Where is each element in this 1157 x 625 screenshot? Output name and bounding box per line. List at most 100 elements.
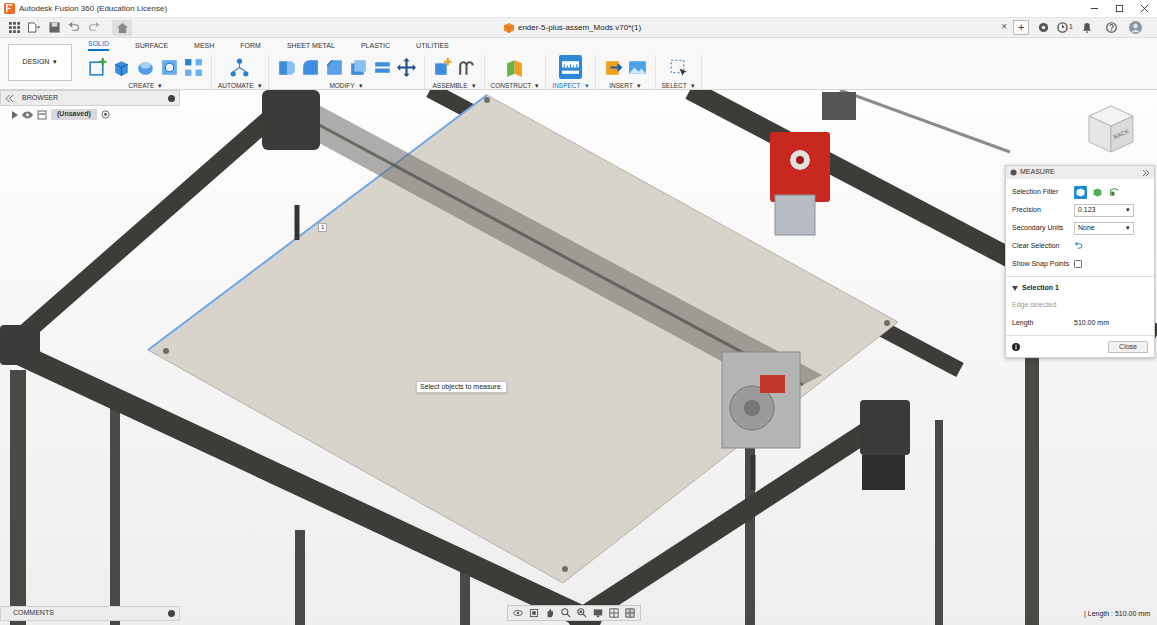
tool-group[interactable]: INSERT▾ xyxy=(596,55,656,90)
extensions-button[interactable] xyxy=(1033,22,1053,33)
measure-label[interactable]: Clear Selection xyxy=(1012,242,1074,250)
toolbar-tab[interactable]: FORM xyxy=(240,42,261,51)
job-status-button[interactable]: 1 xyxy=(1057,22,1073,33)
document-tab[interactable]: ender-5-plus-assem_Mods v70*(1) × xyxy=(132,18,1013,38)
close-document-button[interactable]: × xyxy=(1001,21,1007,33)
info-icon[interactable] xyxy=(1012,343,1020,351)
component-cube-icon xyxy=(504,23,514,33)
tool-group-icons[interactable] xyxy=(503,55,526,79)
length-value: 510.00 mm xyxy=(1074,319,1109,327)
new-sketch-icon[interactable] xyxy=(87,57,108,78)
move-icon[interactable] xyxy=(396,57,417,78)
help-button[interactable] xyxy=(1101,22,1121,33)
shell-icon[interactable] xyxy=(348,57,369,78)
pan-icon[interactable] xyxy=(544,607,556,619)
data-panel-button[interactable] xyxy=(4,22,24,33)
display-settings-icon[interactable] xyxy=(592,607,604,619)
automate-icon[interactable] xyxy=(229,57,250,78)
measure-icon[interactable] xyxy=(560,57,581,78)
hole-icon[interactable] xyxy=(159,57,180,78)
measure-panel: MEASURE Selection FilterPrecision0.123▾S… xyxy=(1005,165,1155,358)
home-button[interactable] xyxy=(112,20,132,36)
collapse-icon[interactable] xyxy=(5,95,14,102)
decal-icon[interactable] xyxy=(627,57,648,78)
pattern-icon[interactable] xyxy=(183,57,204,78)
combine-icon[interactable] xyxy=(372,57,393,78)
browser-pin-button[interactable] xyxy=(168,95,175,102)
new-component-icon[interactable] xyxy=(432,57,453,78)
notifications-button[interactable] xyxy=(1077,22,1097,33)
profile-button[interactable] xyxy=(1125,21,1145,34)
toolbar-tab[interactable]: UTILITIES xyxy=(416,42,449,51)
offset-plane-icon[interactable] xyxy=(504,57,525,78)
tool-group[interactable]: ASSEMBLE▾ xyxy=(425,55,485,90)
joint-icon[interactable] xyxy=(456,57,477,78)
selection-filter-button[interactable] xyxy=(1091,186,1104,199)
toolbar-tab[interactable]: SHEET METAL xyxy=(287,42,335,51)
viewport[interactable]: BROWSER (Unsaved) 1 Select objects to me… xyxy=(0,90,1157,625)
toolbar-tab[interactable]: SURFACE xyxy=(135,42,168,51)
viewports-icon[interactable] xyxy=(624,607,636,619)
snap-points-checkbox[interactable] xyxy=(1074,260,1082,268)
selection-filter-button[interactable] xyxy=(1074,186,1087,199)
grid-settings-icon[interactable] xyxy=(608,607,620,619)
browser-root-row[interactable]: (Unsaved) xyxy=(0,106,180,123)
tool-group-icons[interactable] xyxy=(667,55,690,79)
expand-panel-icon[interactable] xyxy=(1142,170,1150,176)
save-button[interactable] xyxy=(44,22,64,33)
look-at-icon[interactable] xyxy=(528,607,540,619)
tool-group-icons[interactable] xyxy=(275,55,418,79)
extrude-icon[interactable] xyxy=(111,57,132,78)
face-filter-icon[interactable] xyxy=(1092,187,1103,198)
expand-toggle[interactable] xyxy=(1012,286,1018,291)
tool-group[interactable]: AUTOMATE▾ xyxy=(212,55,269,90)
minimize-icon xyxy=(1090,4,1099,13)
measure-select[interactable]: 0.123▾ xyxy=(1074,204,1134,217)
tool-group[interactable]: SELECT▾ xyxy=(656,55,702,90)
toolbar-tab[interactable]: PLASTIC xyxy=(361,42,390,51)
fit-icon[interactable] xyxy=(576,607,588,619)
expand-toggle[interactable] xyxy=(12,111,18,119)
minimize-button[interactable] xyxy=(1082,4,1107,13)
selection-header[interactable]: Selection 1 xyxy=(1006,280,1154,296)
new-tab-button[interactable]: + xyxy=(1013,20,1029,35)
comments-toggle-button[interactable] xyxy=(168,610,175,617)
select-window-icon[interactable] xyxy=(668,57,689,78)
body-filter-icon[interactable] xyxy=(1075,187,1086,198)
close-window-button[interactable] xyxy=(1132,4,1157,13)
panel-menu-icon[interactable] xyxy=(1010,169,1017,176)
tool-group-icons[interactable] xyxy=(431,55,478,79)
insert-derive-icon[interactable] xyxy=(603,57,624,78)
chamfer-icon[interactable] xyxy=(324,57,345,78)
revolve-icon[interactable] xyxy=(135,57,156,78)
clear-selection-button[interactable] xyxy=(1074,241,1084,251)
viewcube[interactable]: BACK xyxy=(1083,100,1139,162)
clear-arrow-icon[interactable] xyxy=(1074,241,1084,251)
workspace-dropdown[interactable]: DESIGN ▾ xyxy=(8,44,72,81)
tool-group-icons[interactable] xyxy=(86,55,205,79)
tool-group-icons[interactable] xyxy=(559,55,582,79)
eye-icon[interactable] xyxy=(22,111,33,119)
printer-model[interactable] xyxy=(0,90,1157,625)
tool-group-icons[interactable] xyxy=(602,55,649,79)
fillet-icon[interactable] xyxy=(300,57,321,78)
measure-select[interactable]: None▾ xyxy=(1074,222,1134,235)
tool-group[interactable]: MODIFY▾ xyxy=(269,55,425,90)
activate-radio-icon[interactable] xyxy=(101,110,110,119)
tool-group[interactable]: CREATE▾ xyxy=(80,55,212,90)
tool-group-icons[interactable] xyxy=(228,55,251,79)
file-menu-button[interactable] xyxy=(24,22,44,33)
press-pull-icon[interactable] xyxy=(276,57,297,78)
orbit-icon[interactable] xyxy=(512,607,524,619)
maximize-button[interactable] xyxy=(1107,4,1132,13)
zoom-icon[interactable] xyxy=(560,607,572,619)
undo-button[interactable] xyxy=(64,22,84,33)
tool-group[interactable]: CONSTRUCT▾ xyxy=(485,55,547,90)
toolbar-tab[interactable]: SOLID xyxy=(88,40,109,51)
close-button[interactable]: Close xyxy=(1108,341,1148,353)
selection-filter-button[interactable] xyxy=(1108,186,1121,199)
tool-group[interactable]: INSPECT▾ xyxy=(546,55,595,90)
toolbar-tab[interactable]: MESH xyxy=(194,42,214,51)
redo-button[interactable] xyxy=(84,22,104,33)
edge-filter-icon[interactable] xyxy=(1109,187,1120,198)
